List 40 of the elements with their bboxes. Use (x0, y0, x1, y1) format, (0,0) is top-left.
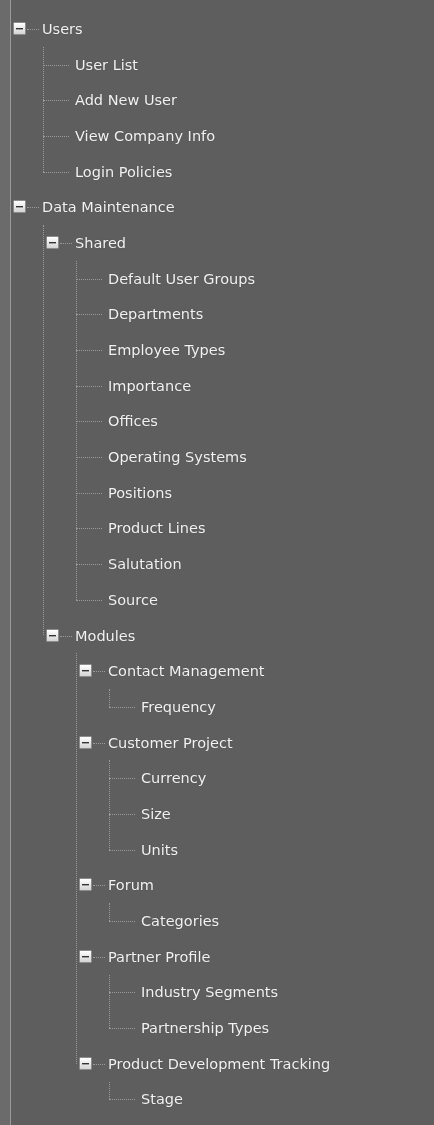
tree-item[interactable]: Departments (108, 306, 204, 323)
tree-item[interactable]: Forum (108, 877, 154, 894)
tree-item[interactable]: Shared (75, 234, 127, 251)
tree-item[interactable]: Frequency (141, 698, 216, 715)
tree-item[interactable]: Contact Management (108, 663, 265, 680)
tree-item[interactable]: Modules (75, 627, 136, 644)
tree-item[interactable]: Partnership Types (141, 1020, 270, 1037)
tree-item[interactable]: Positions (108, 484, 172, 501)
collapse-toggle[interactable] (13, 21, 26, 35)
tree-item[interactable]: Units (141, 841, 179, 858)
tree-item[interactable]: Product Lines (108, 520, 206, 537)
tree-item[interactable]: Stage (141, 1091, 183, 1108)
tree-item[interactable]: Source (108, 591, 158, 608)
collapse-toggle[interactable] (79, 1056, 92, 1070)
tree-item[interactable]: Login Policies (75, 163, 173, 180)
tree-item[interactable]: Data Maintenance (42, 199, 175, 216)
tree-item[interactable]: Users (42, 20, 83, 37)
collapse-toggle[interactable] (46, 235, 59, 249)
tree-item[interactable]: View Company Info (75, 127, 216, 144)
tree-item[interactable]: Add New User (75, 92, 177, 109)
tree-item[interactable]: Default User Groups (108, 270, 255, 287)
collapse-toggle[interactable] (79, 664, 92, 678)
tree-item[interactable]: Salutation (108, 556, 182, 573)
tree-item[interactable]: Currency (141, 770, 207, 787)
tree-item[interactable]: Size (141, 805, 171, 822)
tree-item[interactable]: Customer Project (108, 734, 233, 751)
collapse-toggle[interactable] (79, 949, 92, 963)
tree-item[interactable]: Partner Profile (108, 948, 211, 965)
tree-item[interactable]: Employee Types (108, 342, 226, 359)
tree-item[interactable]: Industry Segments (141, 984, 279, 1001)
tree-item[interactable]: Operating Systems (108, 449, 247, 466)
tree-item[interactable]: Importance (108, 377, 192, 394)
tree-item[interactable]: Offices (108, 413, 158, 430)
collapse-toggle[interactable] (13, 200, 26, 214)
tree-item[interactable]: Categories (141, 913, 220, 930)
collapse-toggle[interactable] (79, 878, 92, 892)
tree-item[interactable]: User List (75, 56, 138, 73)
collapse-toggle[interactable] (79, 735, 92, 749)
tree-item[interactable]: Product Development Tracking (108, 1055, 331, 1072)
collapse-toggle[interactable] (46, 628, 59, 642)
